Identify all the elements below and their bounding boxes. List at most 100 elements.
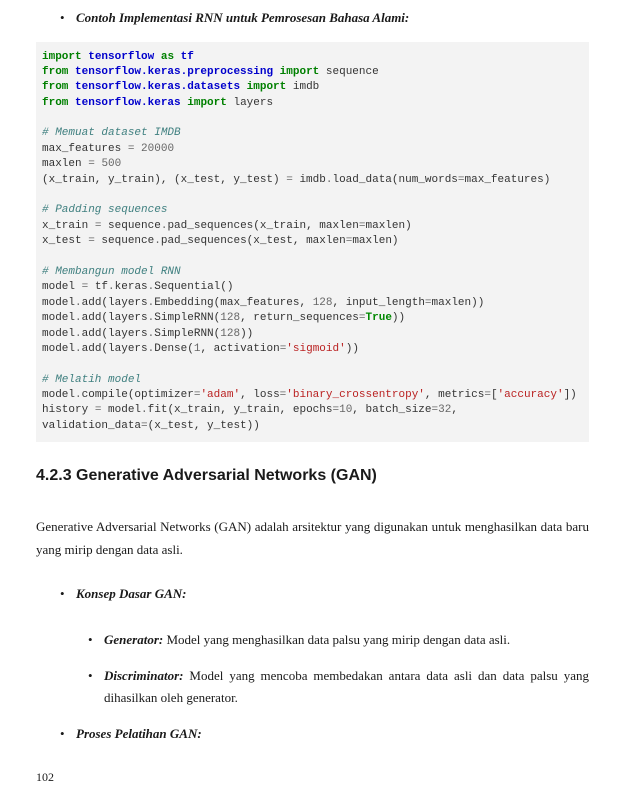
code-token: import — [42, 51, 82, 63]
code-token: . — [75, 343, 82, 355]
code-token: max_features) — [465, 174, 551, 186]
code-token: = — [425, 297, 432, 309]
code-token: . — [75, 312, 82, 324]
code-token: model — [42, 297, 75, 309]
code-token: 10 — [339, 404, 352, 416]
code-token: compile(optimizer — [82, 389, 194, 401]
code-token: , loss — [240, 389, 280, 401]
code-token: )) — [346, 343, 359, 355]
code-token: 500 — [101, 158, 121, 170]
code-token: . — [154, 235, 161, 247]
code-token: . — [75, 389, 82, 401]
code-token: [ — [491, 389, 498, 401]
code-token: 32 — [438, 404, 451, 416]
paragraph: Generative Adversarial Networks (GAN) ad… — [36, 516, 589, 562]
code-token: (x_test, y_test)) — [148, 420, 260, 432]
code-token: = — [88, 235, 95, 247]
code-token: tensorflow.keras — [75, 97, 181, 109]
bullet-konsep: Konsep Dasar GAN: — [60, 584, 589, 604]
code-token: model — [42, 281, 82, 293]
bullet-discriminator: Discriminator: Model yang mencoba membed… — [88, 665, 589, 709]
code-token: maxlen — [42, 158, 88, 170]
generator-label: Generator: — [104, 632, 163, 647]
code-token: 128 — [313, 297, 333, 309]
code-token: 'accuracy' — [498, 389, 564, 401]
code-token: tensorflow.keras.datasets — [75, 81, 240, 93]
code-token: = — [359, 312, 366, 324]
code-token: 'sigmoid' — [286, 343, 345, 355]
code-comment: # Padding sequences — [42, 204, 167, 216]
code-token: Dense( — [154, 343, 194, 355]
code-token: 20000 — [141, 143, 174, 155]
code-token: maxlen)) — [432, 297, 485, 309]
code-token: pad_sequences(x_train, maxlen — [167, 220, 358, 232]
code-token: validation_data — [42, 420, 141, 432]
section-heading: 4.2.3 Generative Adversarial Networks (G… — [36, 464, 589, 488]
code-token: load_data(num_words — [332, 174, 457, 186]
code-token: , activation — [200, 343, 279, 355]
bullet-label: Proses Pelatihan GAN: — [76, 726, 202, 741]
code-token: imdb — [293, 81, 319, 93]
code-token: )) — [392, 312, 405, 324]
code-token: keras — [115, 281, 148, 293]
code-token: import — [247, 81, 287, 93]
code-comment: # Memuat dataset IMDB — [42, 127, 181, 139]
code-token: max_features — [42, 143, 128, 155]
code-token: . — [108, 281, 115, 293]
code-token: model — [42, 389, 75, 401]
code-token: , return_sequences — [240, 312, 359, 324]
code-token: tensorflow.keras.preprocessing — [75, 66, 273, 78]
code-token: add(layers — [82, 312, 148, 324]
code-token: = — [88, 158, 95, 170]
code-token: 128 — [220, 312, 240, 324]
code-token: tf — [88, 281, 108, 293]
code-token: sequence — [101, 220, 160, 232]
code-token: model — [42, 312, 75, 324]
code-token: True — [366, 312, 392, 324]
code-token: x_train — [42, 220, 95, 232]
code-token: as — [161, 51, 174, 63]
code-token: history — [42, 404, 95, 416]
code-token: import — [187, 97, 227, 109]
code-token: . — [75, 328, 82, 340]
code-token: 'adam' — [200, 389, 240, 401]
code-token: Embedding(max_features, — [154, 297, 312, 309]
code-token: model — [101, 404, 141, 416]
code-token: , input_length — [333, 297, 425, 309]
code-token: sequence — [326, 66, 379, 78]
code-token: 128 — [220, 328, 240, 340]
code-token: 'binary_crossentropy' — [286, 389, 425, 401]
code-token: add(layers — [82, 328, 148, 340]
code-token: tf — [181, 51, 194, 63]
code-token: sequence — [95, 235, 154, 247]
page-number: 102 — [36, 768, 54, 786]
code-token: layers — [233, 97, 273, 109]
code-token: , metrics — [425, 389, 484, 401]
code-token: x_test — [42, 235, 88, 247]
code-comment: # Membangun model RNN — [42, 266, 181, 278]
code-token: from — [42, 97, 68, 109]
code-token: maxlen) — [366, 220, 412, 232]
bullet-label: Konsep Dasar GAN: — [76, 586, 187, 601]
code-token: SimpleRNN( — [154, 312, 220, 324]
code-token: (x_train, y_train), (x_test, y_test) — [42, 174, 286, 186]
code-token: , batch_size — [352, 404, 431, 416]
discriminator-label: Discriminator: — [104, 668, 183, 683]
code-token: . — [141, 404, 148, 416]
code-token: model — [42, 343, 75, 355]
code-token: maxlen) — [352, 235, 398, 247]
code-token: = — [141, 420, 148, 432]
code-token: fit(x_train, y_train, epochs — [148, 404, 333, 416]
code-token: from — [42, 66, 68, 78]
code-token: = — [484, 389, 491, 401]
code-token: , — [451, 404, 458, 416]
code-block: import tensorflow as tf from tensorflow.… — [36, 42, 589, 443]
code-token: model — [42, 328, 75, 340]
code-token: . — [75, 297, 82, 309]
code-token: Sequential() — [154, 281, 233, 293]
code-token: imdb — [293, 174, 326, 186]
code-comment: # Melatih model — [42, 374, 141, 386]
code-token: ]) — [564, 389, 577, 401]
code-token: SimpleRNN( — [154, 328, 220, 340]
code-token: add(layers — [82, 343, 148, 355]
